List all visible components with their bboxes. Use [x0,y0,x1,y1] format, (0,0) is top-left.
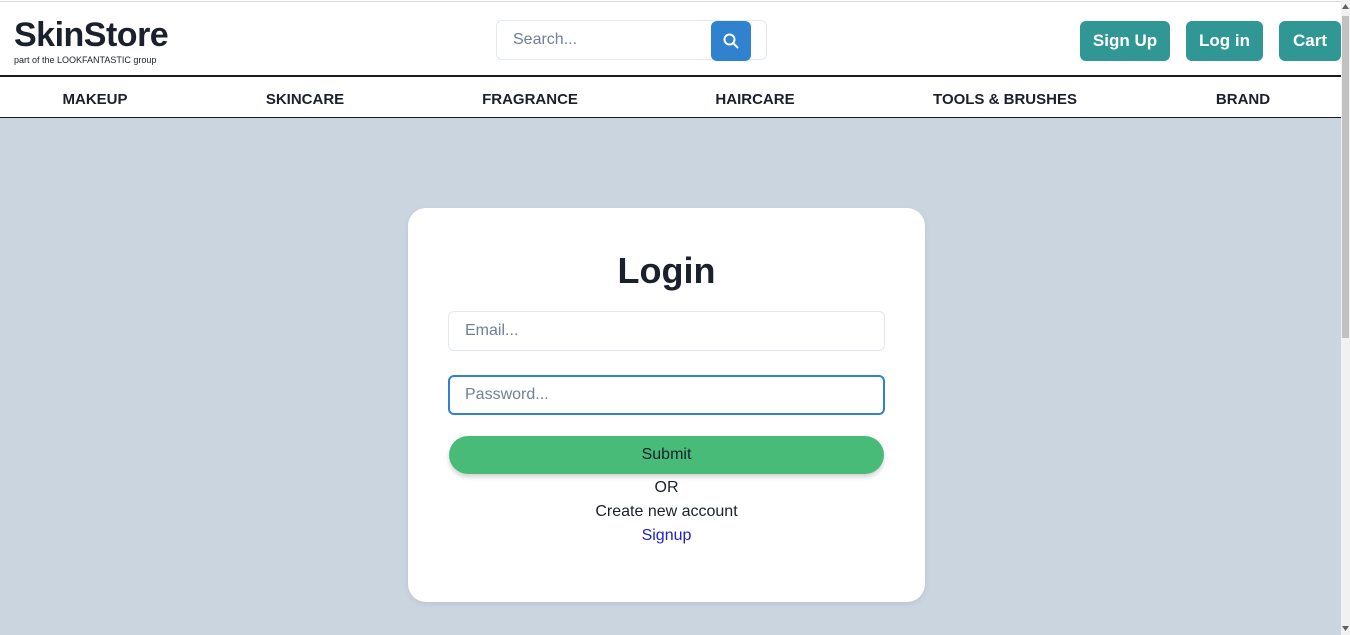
nav-item-skincare[interactable]: SKINCARE [266,78,344,118]
logo[interactable]: SkinStore part of the LOOKFANTASTIC grou… [14,16,169,65]
scroll-down-arrow-icon[interactable] [1341,621,1350,635]
scrollbar-thumb[interactable] [1342,16,1349,338]
search-box [496,20,767,61]
scrollbar[interactable] [1341,0,1350,635]
site-header: SkinStore part of the LOOKFANTASTIC grou… [0,1,1341,77]
main-content: Login Submit OR Create new account Signu… [0,118,1341,635]
login-card: Login Submit OR Create new account Signu… [408,208,925,602]
nav-item-tools-brushes[interactable]: TOOLS & BRUSHES [933,78,1077,118]
search-icon [723,33,739,49]
nav-item-fragrance[interactable]: FRAGRANCE [482,78,578,118]
create-account-text: Create new account [595,503,738,520]
page: SkinStore part of the LOOKFANTASTIC grou… [0,0,1350,635]
viewport: SkinStore part of the LOOKFANTASTIC grou… [0,0,1341,635]
email-field[interactable] [448,311,885,351]
or-separator: OR [654,479,679,496]
login-button[interactable]: Log in [1186,21,1263,61]
search-input[interactable] [498,22,710,58]
cart-button[interactable]: Cart [1279,21,1341,61]
signup-button[interactable]: Sign Up [1080,21,1170,61]
nav-item-makeup[interactable]: MAKEUP [62,78,127,118]
nav-item-brand[interactable]: BRAND [1216,78,1270,118]
submit-button[interactable]: Submit [449,436,884,474]
search-button[interactable] [711,21,751,61]
scroll-up-arrow-icon[interactable] [1341,0,1350,14]
password-field[interactable] [448,375,885,415]
login-title: Login [617,250,716,291]
nav-item-haircare[interactable]: HAIRCARE [715,78,794,118]
logo-subtitle: part of the LOOKFANTASTIC group [14,55,157,65]
logo-title: SkinStore [14,16,169,54]
signup-link[interactable]: Signup [408,527,925,545]
category-nav: MAKEUP SKINCARE FRAGRANCE HAIRCARE TOOLS… [0,78,1341,118]
